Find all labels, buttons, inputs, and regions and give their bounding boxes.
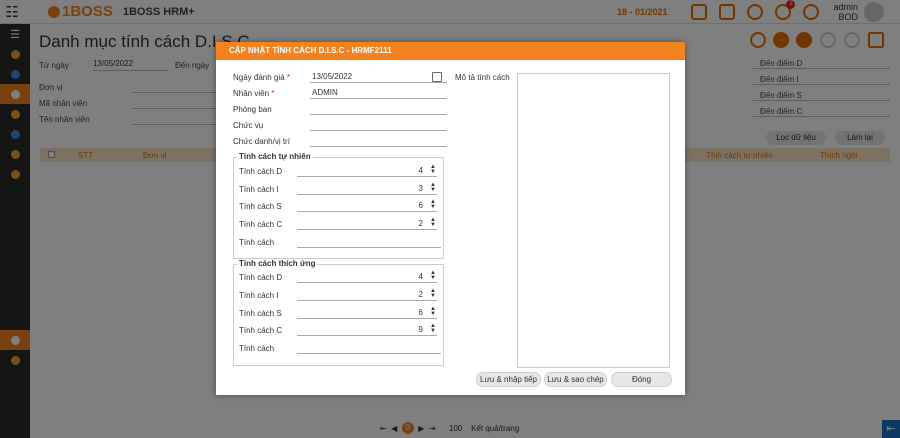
nhan-vien-label: Nhân viên * <box>233 89 274 98</box>
chuc-danh-label: Chức danh/vị trí <box>233 137 290 146</box>
close-button[interactable]: Đóng <box>611 372 672 387</box>
chuc-vu-field[interactable] <box>310 119 447 131</box>
tn-c-value: 2 <box>418 219 423 228</box>
tu-i-label: Tính cách I <box>239 291 279 300</box>
tn-i-label: Tính cách I <box>239 185 279 194</box>
spinner-icon[interactable]: ▲ ▼ <box>430 306 436 317</box>
ngay-danh-gia-text: Ngày đánh giá <box>233 73 285 82</box>
tu-s-value: 6 <box>418 308 423 317</box>
spinner-icon[interactable]: ▲ ▼ <box>430 270 436 281</box>
disc-update-dialog: CẬP NHẬT TÍNH CÁCH D.I.S.C - HRMF2111 Ng… <box>216 42 685 395</box>
ngay-danh-gia-field[interactable]: 13/05/2022 <box>310 71 447 83</box>
dialog-title: CẬP NHẬT TÍNH CÁCH D.I.S.C - HRMF2111 <box>216 42 685 60</box>
tu-nhien-title: Tính cách tự nhiên <box>237 152 313 161</box>
tu-d-value: 4 <box>418 272 423 281</box>
tn-c-label: Tính cách C <box>239 220 283 229</box>
spinner-icon[interactable]: ▲ ▼ <box>430 199 436 210</box>
mo-ta-label: Mô tả tính cách <box>455 73 510 82</box>
tn-i-value: 3 <box>418 184 423 193</box>
tu-s-stepper[interactable]: 6 ▲ ▼ <box>297 306 437 319</box>
required-mark: * <box>271 89 275 98</box>
tu-tinh-cach-field[interactable] <box>297 342 441 354</box>
mo-ta-textarea[interactable] <box>517 73 670 368</box>
calendar-icon[interactable] <box>432 72 442 82</box>
tu-d-label: Tính cách D <box>239 273 283 282</box>
tu-d-stepper[interactable]: 4 ▲ ▼ <box>297 270 437 283</box>
tu-s-label: Tính cách S <box>239 309 282 318</box>
phong-ban-field[interactable] <box>310 103 447 115</box>
phong-ban-label: Phòng ban <box>233 105 272 114</box>
chuc-vu-label: Chức vụ <box>233 121 264 130</box>
thich-ung-title: Tính cách thích ứng <box>237 259 318 268</box>
spinner-icon[interactable]: ▲ ▼ <box>430 164 436 175</box>
tn-i-stepper[interactable]: 3 ▲ ▼ <box>297 182 437 195</box>
required-mark: * <box>286 73 290 82</box>
chuc-danh-field[interactable] <box>310 135 447 147</box>
tn-tinh-cach-label: Tính cách <box>239 238 275 247</box>
nhan-vien-field[interactable]: ADMIN <box>310 87 447 99</box>
ngay-danh-gia-label: Ngày đánh giá * <box>233 73 290 82</box>
tu-c-stepper[interactable]: 9 ▲ ▼ <box>297 323 437 336</box>
tn-c-stepper[interactable]: 2 ▲ ▼ <box>297 217 437 230</box>
tn-s-value: 6 <box>418 201 423 210</box>
tn-d-stepper[interactable]: 4 ▲ ▼ <box>297 164 437 177</box>
tu-c-label: Tính cách C <box>239 326 283 335</box>
tu-i-stepper[interactable]: 2 ▲ ▼ <box>297 288 437 301</box>
spinner-icon[interactable]: ▲ ▼ <box>430 217 436 228</box>
tn-s-label: Tính cách S <box>239 202 282 211</box>
tu-tinh-cach-label: Tính cách <box>239 344 275 353</box>
save-copy-button[interactable]: Lưu & sao chép <box>544 372 607 387</box>
spinner-icon[interactable]: ▲ ▼ <box>430 182 436 193</box>
tn-d-label: Tính cách D <box>239 167 283 176</box>
spinner-icon[interactable]: ▲ ▼ <box>430 288 436 299</box>
tn-s-stepper[interactable]: 6 ▲ ▼ <box>297 199 437 212</box>
tn-tinh-cach-field[interactable] <box>297 236 441 248</box>
nhan-vien-text: Nhân viên <box>233 89 270 98</box>
tn-d-value: 4 <box>418 166 423 175</box>
tu-c-value: 9 <box>418 325 423 334</box>
spinner-icon[interactable]: ▲ ▼ <box>430 323 436 334</box>
tu-i-value: 2 <box>418 290 423 299</box>
save-next-button[interactable]: Lưu & nhập tiếp <box>476 372 541 387</box>
